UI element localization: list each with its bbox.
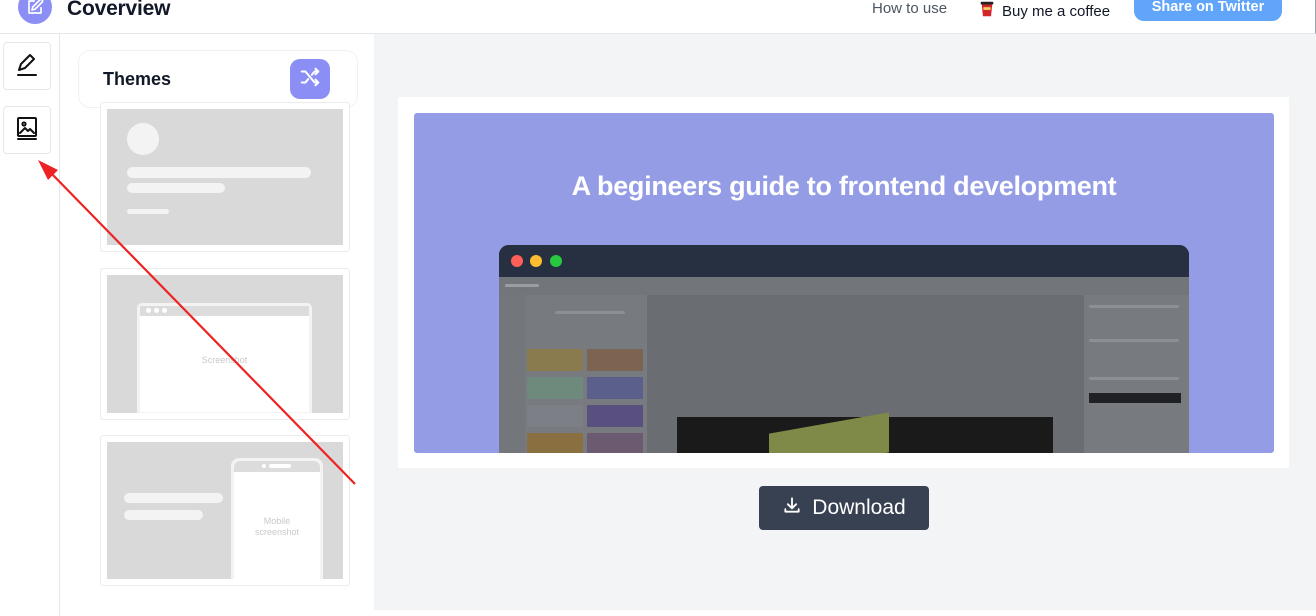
app-title[interactable]: Coverview: [67, 0, 170, 21]
close-dot-icon: [511, 255, 523, 267]
cover-canvas[interactable]: A begineers guide to frontend developmen…: [414, 113, 1274, 453]
browser-title-bar: [499, 245, 1189, 277]
image-icon: [14, 115, 40, 146]
cover-preview: A begineers guide to frontend developmen…: [398, 97, 1289, 468]
theme-card-mobile[interactable]: Mobile screenshot: [100, 435, 350, 586]
themes-header: Themes: [78, 50, 358, 108]
top-bar: Coverview How to use Buy me a coffee Sha…: [0, 0, 1316, 34]
shuffle-icon: [299, 66, 321, 93]
maximize-dot-icon: [550, 255, 562, 267]
tool-rail: [0, 34, 60, 616]
editor-tool-button[interactable]: [3, 42, 51, 90]
coffee-cup-icon: [978, 0, 996, 22]
themes-tool-button[interactable]: [3, 106, 51, 154]
preview-area: A begineers guide to frontend developmen…: [374, 34, 1316, 610]
buy-me-a-coffee-link[interactable]: Buy me a coffee: [978, 0, 1110, 22]
theme-card-screenshot[interactable]: Screenshot: [100, 268, 350, 420]
how-to-use-link[interactable]: How to use: [872, 0, 947, 17]
themes-title: Themes: [103, 69, 172, 89]
edit-icon: [18, 0, 52, 24]
mobile-placeholder-label: Mobile screenshot: [254, 516, 300, 537]
minimize-dot-icon: [530, 255, 542, 267]
cover-title[interactable]: A begineers guide to frontend developmen…: [414, 171, 1274, 202]
download-button[interactable]: Download: [759, 486, 929, 530]
browser-mockup: [499, 245, 1189, 453]
buy-me-a-coffee-label: Buy me a coffee: [1002, 2, 1111, 20]
download-icon: [782, 495, 802, 521]
theme-thumbnail: [107, 109, 343, 245]
theme-thumbnail: Mobile screenshot: [107, 442, 343, 579]
pencil-icon: [14, 51, 40, 82]
shuffle-button[interactable]: [290, 59, 330, 99]
download-label: Download: [812, 496, 906, 519]
screenshot-placeholder-label: Screenshot: [201, 355, 248, 365]
theme-card-basic[interactable]: [100, 102, 350, 252]
share-on-twitter-button[interactable]: Share on Twitter: [1134, 0, 1282, 21]
themes-panel: Themes Screenshot Mobile screenshot: [61, 34, 374, 616]
theme-thumbnail: Screenshot: [107, 275, 343, 413]
uploaded-screenshot: [499, 277, 1189, 453]
